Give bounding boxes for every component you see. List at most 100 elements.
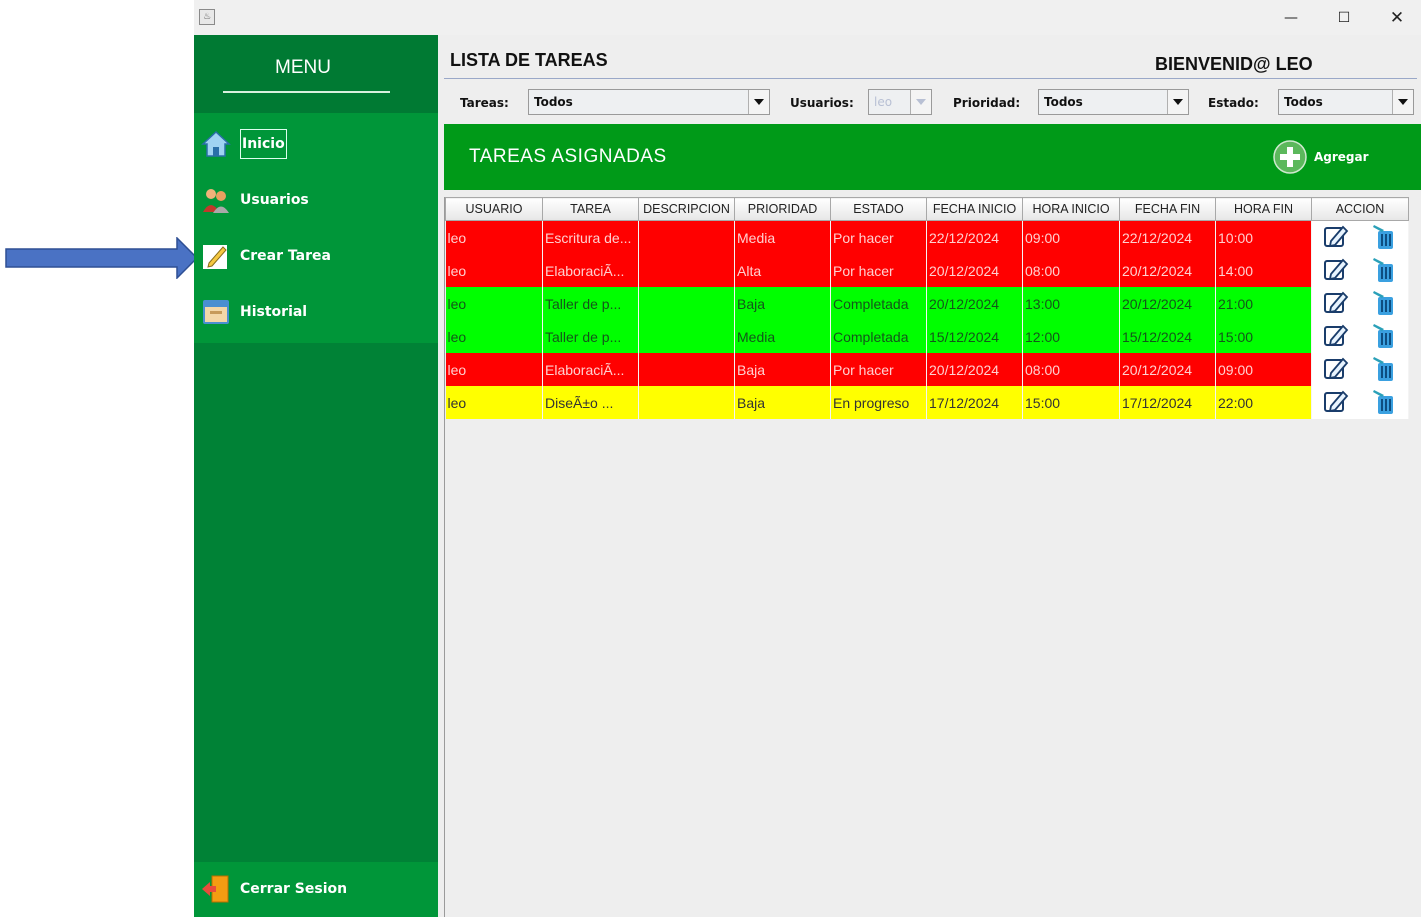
pointer-arrow-annotation [5, 237, 198, 279]
table-cell: 20/12/2024 [926, 287, 1023, 320]
table-cell: 08:00 [1022, 353, 1120, 386]
column-header[interactable]: HORA INICIO [1022, 197, 1120, 221]
table-cell: Baja [734, 386, 831, 419]
sidebar-item-label: Usuarios [240, 192, 309, 208]
sidebar-item-historial[interactable]: Historial [200, 293, 307, 331]
table-cell: 09:00 [1215, 353, 1312, 386]
sidebar: MENU Inicio Usuarios Crear Tarea Histori… [194, 35, 438, 917]
action-cell [1311, 254, 1409, 287]
home-icon [200, 128, 232, 160]
filter-prioridad-value: Todos [1044, 95, 1083, 109]
sidebar-item-label: Crear Tarea [240, 248, 331, 264]
filter-tareas-value: Todos [534, 95, 573, 109]
tasks-table-container: USUARIO TAREA DESCRIPCION PRIORIDAD ESTA… [444, 197, 1418, 917]
column-header[interactable]: FECHA INICIO [926, 197, 1023, 221]
users-icon [200, 184, 232, 216]
table-row[interactable]: leo Taller de p... Baja Completada 20/12/202… [445, 287, 1409, 320]
table-cell: 17/12/2024 [1119, 386, 1216, 419]
exit-door-icon [200, 873, 232, 905]
column-header[interactable]: FECHA FIN [1119, 197, 1216, 221]
table-cell: Completada [830, 320, 927, 353]
menu-items: Inicio Usuarios Crear Tarea Historial [194, 113, 438, 343]
menu-header: MENU [194, 35, 438, 113]
table-row[interactable]: leo ElaboraciÃ... Alta Por hacer 20/12/2024 0… [445, 254, 1409, 287]
menu-title: MENU [275, 57, 331, 78]
action-cell [1311, 220, 1409, 254]
add-plus-icon [1273, 140, 1307, 174]
edit-icon[interactable] [1322, 288, 1350, 319]
table-body: leo Escritura de... Media Por hacer 22/12/20… [445, 220, 1409, 419]
chevron-down-icon[interactable] [1392, 90, 1413, 114]
table-cell [638, 220, 735, 254]
trash-icon[interactable] [1370, 287, 1398, 320]
trash-icon[interactable] [1370, 221, 1398, 254]
chevron-down-icon[interactable] [748, 90, 769, 114]
table-cell: leo [445, 254, 543, 287]
edit-icon[interactable] [1322, 387, 1350, 418]
table-cell: leo [445, 220, 543, 254]
sidebar-item-label: Historial [240, 304, 308, 320]
filter-tareas-select[interactable]: Todos [528, 89, 770, 115]
table-cell: Taller de p... [542, 287, 639, 320]
trash-icon[interactable] [1370, 353, 1398, 386]
add-task-button[interactable]: Agregar [1272, 140, 1369, 174]
trash-icon[interactable] [1370, 320, 1398, 353]
column-header[interactable]: PRIORIDAD [734, 197, 831, 221]
action-cell [1311, 386, 1409, 419]
filter-estado-value: Todos [1284, 95, 1323, 109]
filter-prioridad-select[interactable]: Todos [1038, 89, 1189, 115]
table-cell: Media [734, 220, 831, 254]
filter-usuarios-select: leo [868, 89, 932, 115]
table-cell: leo [445, 320, 543, 353]
app-window: ♨ — ☐ ✕ MENU Inicio Usuarios Crear Tarea… [194, 0, 1421, 917]
edit-icon[interactable] [1322, 321, 1350, 352]
table-cell: Alta [734, 254, 831, 287]
table-cell: Por hacer [830, 254, 927, 287]
edit-icon[interactable] [1322, 354, 1350, 385]
table-cell: Por hacer [830, 353, 927, 386]
filter-usuarios-value: leo [874, 95, 893, 109]
table-cell: leo [445, 386, 543, 419]
table-row[interactable]: leo Escritura de... Media Por hacer 22/12/20… [445, 220, 1409, 254]
sidebar-item-label: Inicio [240, 129, 287, 159]
sidebar-item-usuarios[interactable]: Usuarios [200, 181, 309, 219]
table-cell: Baja [734, 353, 831, 386]
table-cell: Por hacer [830, 220, 927, 254]
table-row[interactable]: leo DiseÃ±o ... Baja En progreso 17/12/2024 1… [445, 386, 1409, 419]
java-app-icon: ♨ [199, 9, 215, 25]
sidebar-item-inicio[interactable]: Inicio [200, 125, 287, 163]
table-row[interactable]: leo ElaboraciÃ... Baja Por hacer 20/12/2024 0… [445, 353, 1409, 386]
filter-estado-label: Estado: [1208, 96, 1259, 110]
chevron-down-icon [910, 90, 931, 114]
sidebar-item-crear-tarea[interactable]: Crear Tarea [200, 237, 331, 275]
trash-icon[interactable] [1370, 386, 1398, 419]
table-cell: 15:00 [1215, 320, 1312, 353]
table-row[interactable]: leo Taller de p... Media Completada 15/12/20… [445, 320, 1409, 353]
table-header-row: USUARIO TAREA DESCRIPCION PRIORIDAD ESTA… [445, 197, 1409, 221]
table-cell: 13:00 [1022, 287, 1120, 320]
table-cell [638, 254, 735, 287]
column-header[interactable]: TAREA [542, 197, 639, 221]
filter-estado-select[interactable]: Todos [1278, 89, 1414, 115]
column-header[interactable]: ESTADO [830, 197, 927, 221]
chevron-down-icon[interactable] [1167, 90, 1188, 114]
table-cell: leo [445, 353, 543, 386]
table-cell: 15/12/2024 [1119, 320, 1216, 353]
header-divider [444, 78, 1417, 79]
table-cell: 20/12/2024 [926, 254, 1023, 287]
column-header[interactable]: DESCRIPCION [638, 197, 735, 221]
table-cell: 20/12/2024 [926, 353, 1023, 386]
table-cell: 20/12/2024 [1119, 287, 1216, 320]
column-header[interactable]: HORA FIN [1215, 197, 1312, 221]
maximize-button[interactable]: ☐ [1321, 6, 1367, 30]
trash-icon[interactable] [1370, 254, 1398, 287]
table-cell: En progreso [830, 386, 927, 419]
close-window-button[interactable]: ✕ [1374, 6, 1420, 30]
table-cell: Media [734, 320, 831, 353]
logout-button[interactable]: Cerrar Sesion [200, 870, 347, 908]
minimize-button[interactable]: — [1268, 6, 1314, 30]
edit-icon[interactable] [1322, 222, 1350, 253]
column-header[interactable]: USUARIO [445, 197, 543, 221]
edit-icon[interactable] [1322, 255, 1350, 286]
column-header[interactable]: ACCION [1311, 197, 1409, 221]
